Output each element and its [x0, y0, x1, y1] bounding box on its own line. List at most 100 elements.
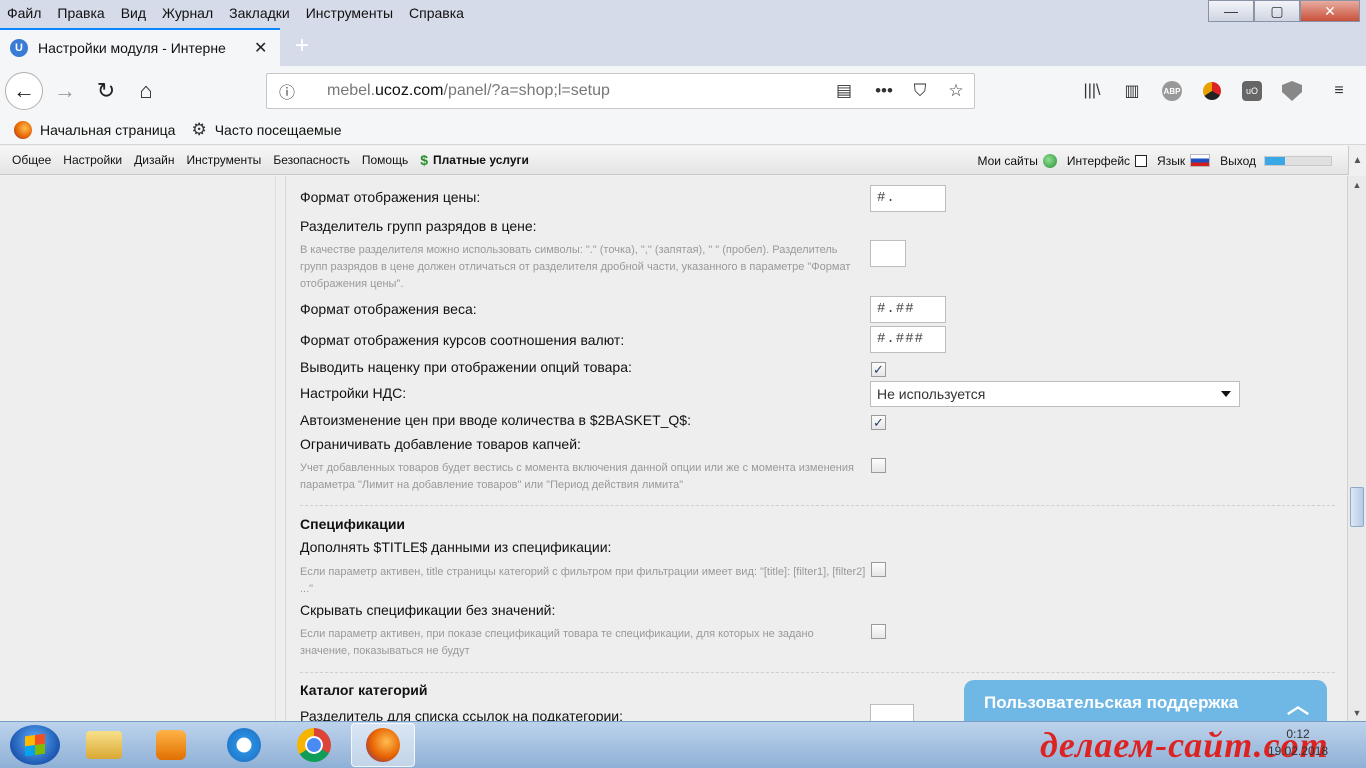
- price-format-label: Формат отображения цены:: [300, 189, 481, 205]
- bookmark-most-visited[interactable]: ⚙ Часто посещаемые: [191, 120, 341, 140]
- vat-select[interactable]: Не используется: [870, 381, 1240, 407]
- sidebar-icon[interactable]: ▥: [1112, 76, 1152, 106]
- left-sidebar: [0, 176, 276, 721]
- markup-checkbox[interactable]: ✓: [871, 362, 886, 377]
- taskbar-explorer[interactable]: [72, 723, 136, 767]
- ucoz-menu-paid-services[interactable]: $ Платные услуги: [420, 152, 529, 168]
- reload-button[interactable]: ↻: [87, 72, 125, 110]
- menu-help[interactable]: Справка: [401, 0, 472, 26]
- status-progress-bar: [1264, 155, 1332, 166]
- interface-square-icon: [1135, 154, 1148, 167]
- taskbar-media-player[interactable]: [139, 723, 203, 767]
- hide-empty-specs-hint: Если параметр активен, при показе специф…: [300, 628, 814, 657]
- tab-title: Настройки модуля - Интерне: [38, 40, 226, 56]
- page-scrollbar[interactable]: ▲ ▼: [1347, 176, 1366, 721]
- rate-format-label: Формат отображения курсов соотношения ва…: [300, 332, 625, 348]
- settings-content: Формат отображения цены: #. Разделитель …: [277, 176, 1347, 721]
- menu-bookmarks[interactable]: Закладки: [221, 0, 298, 26]
- ucoz-bar-scroll-up[interactable]: ▲: [1348, 146, 1366, 175]
- title-add-label: Дополнять $TITLE$ данными из спецификаци…: [300, 539, 612, 555]
- title-add-hint: Если параметр активен, title страницы ка…: [300, 566, 866, 595]
- ucoz-panel-bar: Общее Настройки Дизайн Инструменты Безоп…: [0, 146, 1366, 175]
- adblock-icon[interactable]: ABP: [1162, 81, 1182, 101]
- folder-icon: [86, 731, 122, 759]
- vat-selected-value: Не используется: [877, 386, 986, 402]
- library-icon[interactable]: |||\: [1072, 76, 1112, 106]
- price-format-input[interactable]: #.: [870, 185, 946, 212]
- scrollbar-thumb[interactable]: [1350, 487, 1364, 527]
- paid-services-label: Платные услуги: [433, 153, 529, 167]
- media-player-icon: [156, 730, 186, 760]
- rate-format-input[interactable]: #.###: [870, 326, 946, 353]
- menu-history[interactable]: Журнал: [154, 0, 221, 26]
- new-tab-button[interactable]: +: [288, 32, 316, 60]
- menu-tools[interactable]: Инструменты: [298, 0, 401, 26]
- navigation-bar: ← → ↻ ⌂ ⓘ mebel.ucoz.com/panel/?a=shop;l…: [0, 66, 1366, 116]
- autochange-checkbox[interactable]: ✓: [871, 415, 886, 430]
- bookmark-label: Начальная страница: [40, 122, 176, 138]
- gear-icon: ⚙: [191, 120, 207, 139]
- hamburger-menu-icon[interactable]: ≡: [1312, 76, 1366, 106]
- menu-bar: Файл Правка Вид Журнал Закладки Инструме…: [0, 0, 1366, 26]
- scroll-up-arrow-icon[interactable]: ▲: [1348, 176, 1366, 193]
- hide-empty-specs-checkbox[interactable]: [871, 624, 886, 639]
- taskbar-internet-explorer[interactable]: [212, 723, 276, 767]
- my-sites-link[interactable]: Мои сайты: [977, 153, 1057, 168]
- ucoz-menu-security[interactable]: Безопасность: [273, 153, 350, 167]
- close-window-button[interactable]: ✕: [1300, 0, 1360, 22]
- pocket-icon[interactable]: ⛉: [902, 81, 938, 101]
- url-bar[interactable]: ⓘ mebel.ucoz.com/panel/?a=shop;l=setup ▤…: [266, 73, 975, 109]
- subcategory-separator-input[interactable]: [870, 704, 914, 721]
- captcha-checkbox[interactable]: [871, 458, 886, 473]
- clock-date: 19.02.2018: [1268, 744, 1329, 758]
- ucoz-favicon-icon: U: [10, 39, 28, 57]
- forward-button[interactable]: →: [46, 72, 84, 110]
- tab-bar: U Настройки модуля - Интерне ✕ +: [0, 26, 1366, 66]
- ucoz-right-menu: Мои сайты Интерфейс Язык Выход: [967, 146, 1332, 175]
- taskbar-firefox[interactable]: [351, 723, 415, 767]
- specs-section-title: Спецификации: [300, 516, 406, 532]
- maximize-button[interactable]: ▢: [1254, 0, 1300, 22]
- ucoz-menu-general[interactable]: Общее: [12, 153, 51, 167]
- bookmark-home-page[interactable]: Начальная страница: [14, 121, 175, 139]
- title-add-checkbox[interactable]: [871, 562, 886, 577]
- start-button[interactable]: [10, 725, 60, 765]
- url-text[interactable]: mebel.ucoz.com/panel/?a=shop;l=setup: [327, 82, 826, 100]
- extension-dots-icon[interactable]: [1192, 76, 1232, 106]
- site-info-icon[interactable]: ⓘ: [267, 79, 307, 103]
- taskbar-chrome[interactable]: [282, 723, 346, 767]
- settings-form: Формат отображения цены: #. Разделитель …: [285, 176, 1339, 721]
- close-tab-icon[interactable]: ✕: [254, 38, 267, 58]
- ucoz-menu-help[interactable]: Помощь: [362, 153, 408, 167]
- language-link[interactable]: Язык: [1157, 154, 1211, 168]
- ucoz-menu-settings[interactable]: Настройки: [63, 153, 122, 167]
- minimize-button[interactable]: —: [1208, 0, 1254, 22]
- markup-label: Выводить наценку при отображении опций т…: [300, 359, 632, 375]
- chevron-up-icon[interactable]: ︿: [1287, 688, 1309, 720]
- shield-icon[interactable]: [1282, 81, 1302, 101]
- logout-link[interactable]: Выход: [1220, 154, 1256, 168]
- system-clock[interactable]: 0:12 19.02.2018: [1268, 726, 1328, 760]
- weight-format-input[interactable]: #.##: [870, 296, 946, 323]
- reader-view-icon[interactable]: ▤: [826, 81, 862, 101]
- ublock-icon[interactable]: uO: [1242, 81, 1262, 101]
- home-button[interactable]: ⌂: [127, 72, 165, 110]
- bookmarks-bar: Начальная страница ⚙ Часто посещаемые: [0, 116, 1366, 145]
- menu-edit[interactable]: Правка: [49, 0, 112, 26]
- digit-separator-label: Разделитель групп разрядов в цене:: [300, 218, 537, 234]
- bookmark-star-icon[interactable]: ☆: [938, 81, 974, 101]
- chrome-icon: [297, 728, 331, 762]
- vat-label: Настройки НДС:: [300, 385, 407, 401]
- ucoz-menu-tools[interactable]: Инструменты: [186, 153, 261, 167]
- interface-link[interactable]: Интерфейс: [1067, 154, 1148, 168]
- ucoz-menu-design[interactable]: Дизайн: [134, 153, 174, 167]
- page-actions-icon[interactable]: •••: [866, 81, 902, 101]
- tab-settings-module[interactable]: U Настройки модуля - Интерне ✕: [0, 28, 280, 66]
- menu-file[interactable]: Файл: [0, 0, 49, 26]
- menu-view[interactable]: Вид: [113, 0, 154, 26]
- user-support-widget[interactable]: Пользовательская поддержка ︿: [964, 680, 1327, 725]
- digit-separator-input[interactable]: [870, 240, 906, 267]
- back-button[interactable]: ←: [5, 72, 43, 110]
- support-label: Пользовательская поддержка: [984, 692, 1239, 712]
- scroll-down-arrow-icon[interactable]: ▼: [1348, 704, 1366, 721]
